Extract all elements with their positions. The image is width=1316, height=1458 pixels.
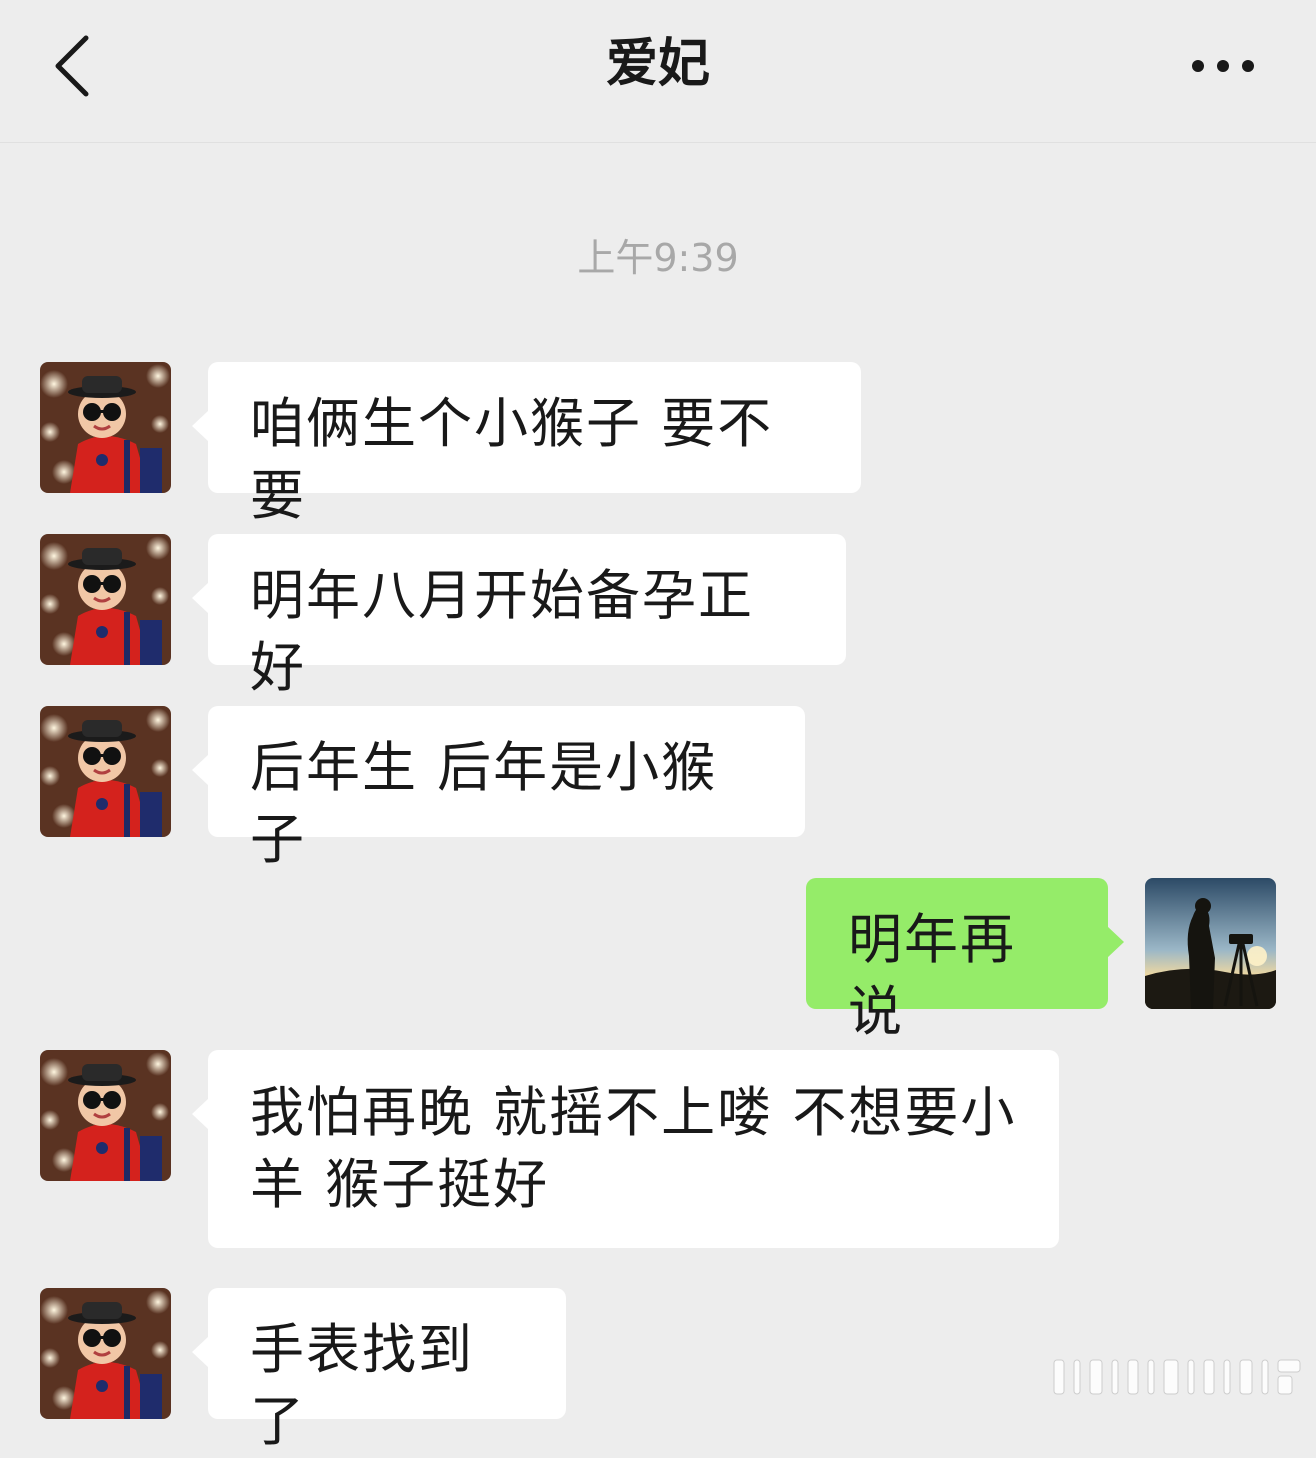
contact-avatar[interactable] [40,1050,171,1181]
message-row: 明年再说 [0,878,1316,1043]
contact-avatar[interactable] [40,1288,171,1419]
message-row: 我怕再晚 就摇不上喽 不想要小羊 猴子挺好 [0,1050,1316,1248]
more-horizontal-icon [1186,60,1260,90]
more-button[interactable] [1186,46,1260,86]
watermark-icon [1050,1356,1306,1398]
message-row: 明年八月开始备孕正好 [0,534,1316,699]
contact-avatar[interactable] [40,362,171,493]
message-row: 咱俩生个小猴子 要不要 [0,362,1316,527]
contact-avatar[interactable] [40,706,171,837]
chat-header: 爱妃 [0,0,1316,143]
message-row: 后年生 后年是小猴子 [0,706,1316,871]
message-row: 手表找到了 [0,1288,1316,1453]
my-avatar[interactable] [1145,878,1276,1009]
message-timestamp: 上午9:39 [577,236,739,280]
message-bubble[interactable]: 明年再说 [806,878,1124,1043]
message-bubble[interactable]: 我怕再晚 就摇不上喽 不想要小羊 猴子挺好 [192,1050,1059,1248]
chat-title: 爱妃 [605,34,710,94]
message-bubble[interactable]: 手表找到了 [192,1288,566,1453]
message-bubble[interactable]: 明年八月开始备孕正好 [192,534,846,699]
message-bubble[interactable]: 咱俩生个小猴子 要不要 [192,362,861,527]
message-bubble[interactable]: 后年生 后年是小猴子 [192,706,805,871]
contact-avatar[interactable] [40,534,171,665]
